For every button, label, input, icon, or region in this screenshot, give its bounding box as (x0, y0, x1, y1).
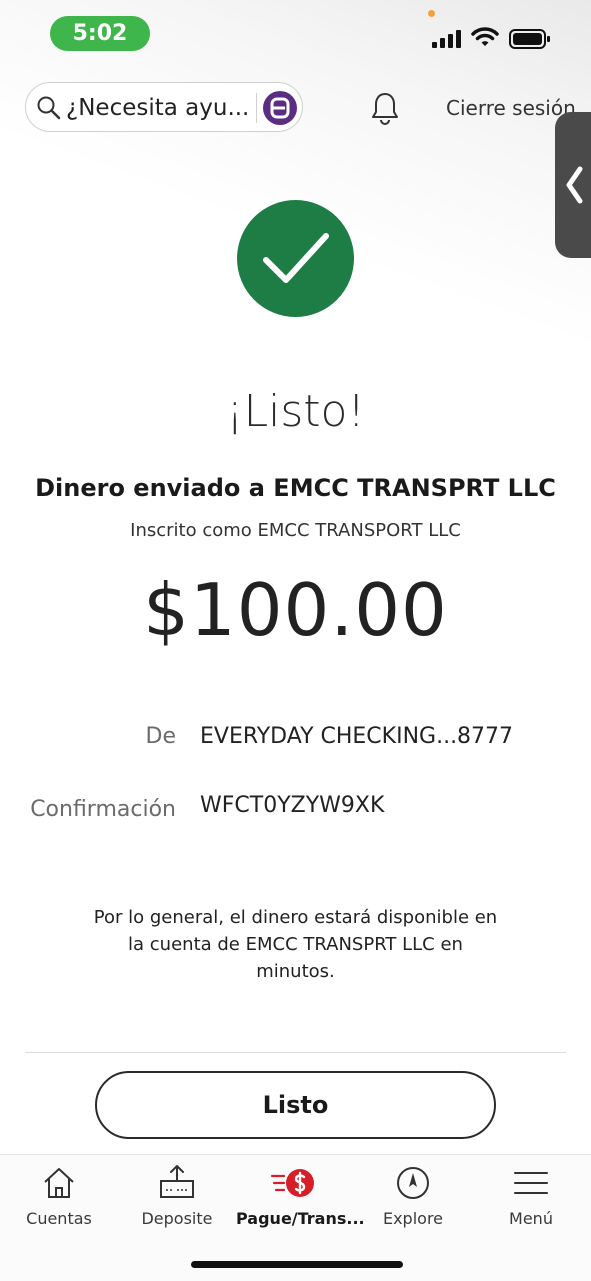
status-time: 5:02 (50, 16, 150, 51)
tab-label: Explore (382, 1209, 444, 1228)
from-account: EVERYDAY CHECKING...8777 (200, 724, 514, 749)
home-icon (44, 1168, 74, 1198)
confirmation-label: Confirmación (30, 797, 176, 822)
tab-label: Pague/Trans... (236, 1209, 365, 1228)
cellular-signal-icon (432, 30, 461, 48)
chevron-left-icon (566, 166, 583, 204)
battery-icon (509, 29, 550, 49)
section-divider (25, 1052, 566, 1053)
done-button[interactable]: Listo (95, 1071, 496, 1139)
side-panel-toggle[interactable] (555, 112, 591, 258)
confirmation-number: WFCT0YZYW9XK (200, 793, 385, 818)
home-indicator[interactable] (191, 1261, 403, 1268)
checkmark-icon (263, 233, 329, 283)
from-label: De (145, 724, 176, 749)
tab-accounts[interactable]: Cuentas (0, 1163, 118, 1228)
search-bar[interactable]: ¿Necesita ayu... (25, 82, 303, 132)
recipient-heading: Dinero enviado a EMCC TRANSPRT LLC (35, 474, 556, 502)
virtual-assistant-icon[interactable] (263, 91, 297, 125)
pay-transfer-icon (270, 1169, 314, 1197)
notification-bell-icon[interactable] (370, 91, 400, 125)
tab-label: Cuentas (26, 1209, 92, 1228)
search-icon (37, 96, 61, 120)
tab-label: Menú (509, 1209, 553, 1228)
registered-name: Inscrito como EMCC TRANSPORT LLC (130, 520, 461, 541)
tab-pay-transfer[interactable]: Pague/Trans... (236, 1163, 365, 1228)
privacy-indicator-dot (428, 10, 435, 17)
search-divider (256, 93, 257, 123)
compass-icon (397, 1167, 429, 1199)
page-title: ¡Listo! (225, 386, 366, 437)
tab-menu[interactable]: Menú (472, 1163, 590, 1228)
success-check-badge (237, 200, 354, 317)
tab-explore[interactable]: Explore (354, 1163, 472, 1228)
tab-label: Deposite (141, 1209, 213, 1228)
deposit-icon (160, 1165, 194, 1198)
transfer-amount: $100.00 (143, 568, 448, 652)
logout-link[interactable]: Cierre sesión (446, 96, 576, 120)
search-placeholder: ¿Necesita ayu... (66, 95, 250, 121)
availability-note: Por lo general, el dinero estará disponi… (93, 907, 498, 982)
wifi-icon (471, 27, 499, 46)
hamburger-icon (514, 1172, 548, 1194)
tab-deposit[interactable]: Deposite (118, 1163, 236, 1228)
